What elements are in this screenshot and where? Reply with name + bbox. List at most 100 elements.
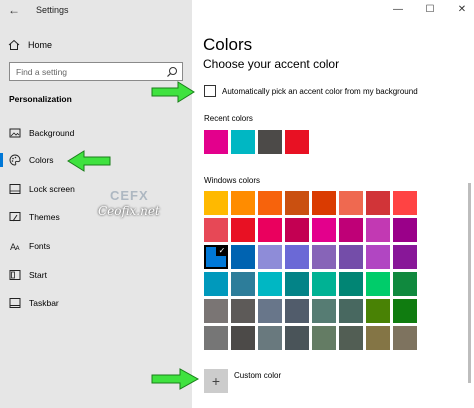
color-swatch[interactable] [231,299,255,323]
color-swatch[interactable] [285,272,309,296]
color-swatch[interactable] [312,218,336,242]
color-swatch[interactable] [393,245,417,269]
color-swatch[interactable] [312,245,336,269]
lock-screen-icon [9,184,21,194]
color-swatch[interactable] [366,272,390,296]
color-swatch[interactable] [204,272,228,296]
color-swatch[interactable] [312,326,336,350]
color-swatch[interactable] [393,218,417,242]
back-arrow-icon[interactable]: ← [8,3,20,17]
minimize-icon[interactable]: — [392,4,404,15]
sidebar-item-label: Start [29,270,47,280]
auto-pick-label: Automatically pick an accent color from … [222,86,418,96]
color-swatch[interactable] [393,299,417,323]
close-icon[interactable]: ✕ [456,4,468,15]
color-swatch[interactable] [285,191,309,215]
home-icon [8,39,20,50]
color-swatch[interactable] [258,272,282,296]
color-swatch[interactable]: ✓ [204,245,228,269]
color-swatch[interactable] [366,245,390,269]
green-arrow-icon [151,368,200,390]
recent-colors [204,130,309,154]
green-arrow-icon [151,81,195,103]
color-swatch[interactable] [285,326,309,350]
watermark-logo: CEFX [110,188,149,203]
svg-text:A: A [16,245,21,252]
color-swatch[interactable] [339,245,363,269]
color-swatch[interactable] [393,326,417,350]
auto-pick-checkbox[interactable] [204,85,216,97]
home-label: Home [28,40,53,50]
color-swatch[interactable] [231,245,255,269]
sidebar-item-label: Background [29,128,75,138]
watermark-text: Ceofix.net [98,204,160,218]
color-swatch[interactable] [339,218,363,242]
window-controls: — ☐ ✕ [392,4,468,15]
sidebar-item-label: Fonts [29,241,51,251]
color-swatch[interactable] [258,218,282,242]
windows-colors-label: Windows colors [204,176,261,185]
color-swatch[interactable] [339,299,363,323]
home-nav-item[interactable]: Home [8,38,52,52]
taskbar-icon [9,298,21,308]
color-swatch[interactable] [231,218,255,242]
color-swatch[interactable] [366,326,390,350]
search-icon [167,67,177,77]
color-swatch[interactable] [285,245,309,269]
sidebar-item-label: Lock screen [29,184,75,194]
color-swatch[interactable] [339,326,363,350]
color-swatch[interactable] [258,191,282,215]
green-arrow-icon [67,150,111,172]
image-icon [9,128,21,138]
main-panel: — ☐ ✕ Colors Choose your accent color Au… [192,0,474,408]
color-swatch[interactable] [231,130,255,154]
color-swatch[interactable] [366,191,390,215]
page-title: Colors [203,35,253,54]
section-title: Personalization [9,94,72,104]
color-swatch[interactable] [204,191,228,215]
color-swatch[interactable] [312,299,336,323]
color-swatch[interactable] [204,130,228,154]
search-input[interactable]: Find a setting [9,62,183,81]
color-swatch[interactable] [312,272,336,296]
color-swatch[interactable] [231,272,255,296]
color-swatch[interactable] [366,218,390,242]
palette-icon [9,154,21,166]
scrollbar[interactable] [468,183,471,383]
sidebar-item-fonts[interactable]: A A Fonts [0,236,192,256]
color-swatch[interactable] [312,191,336,215]
color-swatch[interactable] [258,245,282,269]
color-swatch[interactable] [339,191,363,215]
section-heading: Choose your accent color [203,57,340,71]
color-swatch[interactable] [258,299,282,323]
color-swatch[interactable] [258,326,282,350]
plus-icon: + [211,373,221,389]
color-swatch[interactable] [204,218,228,242]
font-icon: A A [10,243,21,252]
color-swatch[interactable] [285,218,309,242]
color-swatch[interactable] [204,326,228,350]
color-swatch[interactable] [204,299,228,323]
app-title: Settings [36,5,69,15]
watermark: CEFX Ceofix.net [98,188,188,222]
start-icon [9,270,21,280]
auto-pick-option[interactable]: Automatically pick an accent color from … [204,85,418,97]
color-swatch[interactable] [231,326,255,350]
sidebar-item-label: Themes [29,212,60,222]
color-swatch[interactable] [339,272,363,296]
color-swatch[interactable] [285,299,309,323]
color-swatch[interactable] [393,272,417,296]
sidebar-item-background[interactable]: Background [0,123,192,143]
color-swatch[interactable] [231,191,255,215]
custom-color-button[interactable]: + [204,369,228,393]
color-swatch[interactable] [366,299,390,323]
sidebar-item-start[interactable]: Start [0,265,192,285]
color-swatch[interactable] [285,130,309,154]
custom-color-label: Custom color [234,371,282,380]
color-swatch[interactable] [258,130,282,154]
sidebar-item-taskbar[interactable]: Taskbar [0,293,192,313]
brush-icon [9,212,21,222]
sidebar-item-label: Taskbar [29,298,59,308]
maximize-icon[interactable]: ☐ [424,4,436,15]
color-swatch[interactable] [393,191,417,215]
